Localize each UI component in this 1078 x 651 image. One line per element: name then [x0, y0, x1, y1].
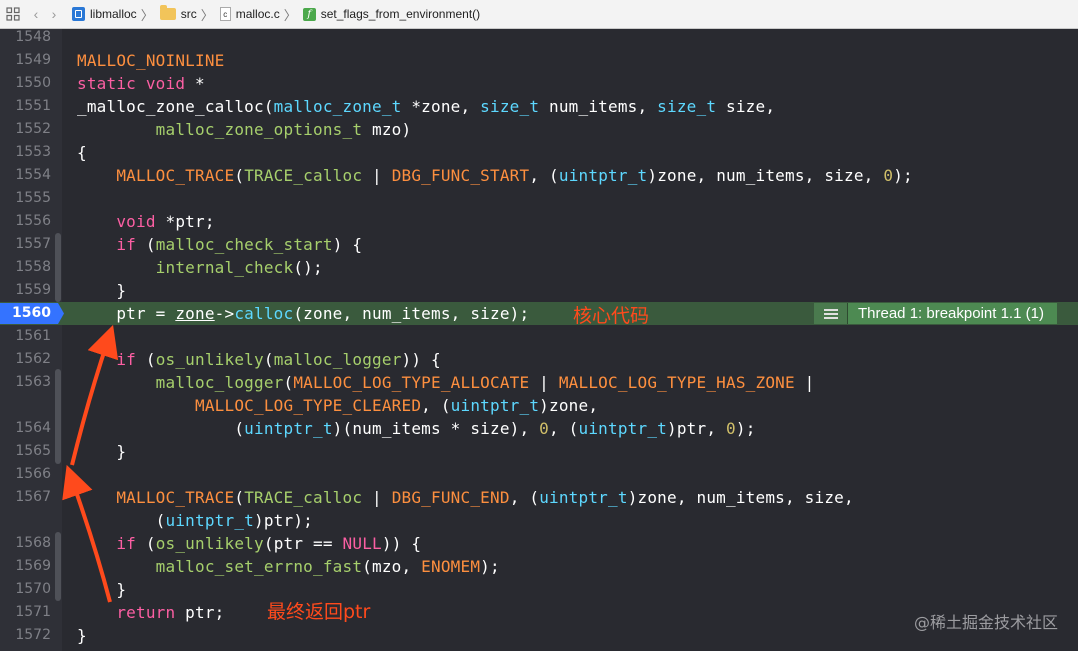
line-number: 1560 — [12, 305, 51, 321]
annotation-arrows — [62, 324, 119, 603]
arrow-to-breakpoint — [70, 324, 119, 466]
arrow-to-return-path — [62, 464, 112, 603]
